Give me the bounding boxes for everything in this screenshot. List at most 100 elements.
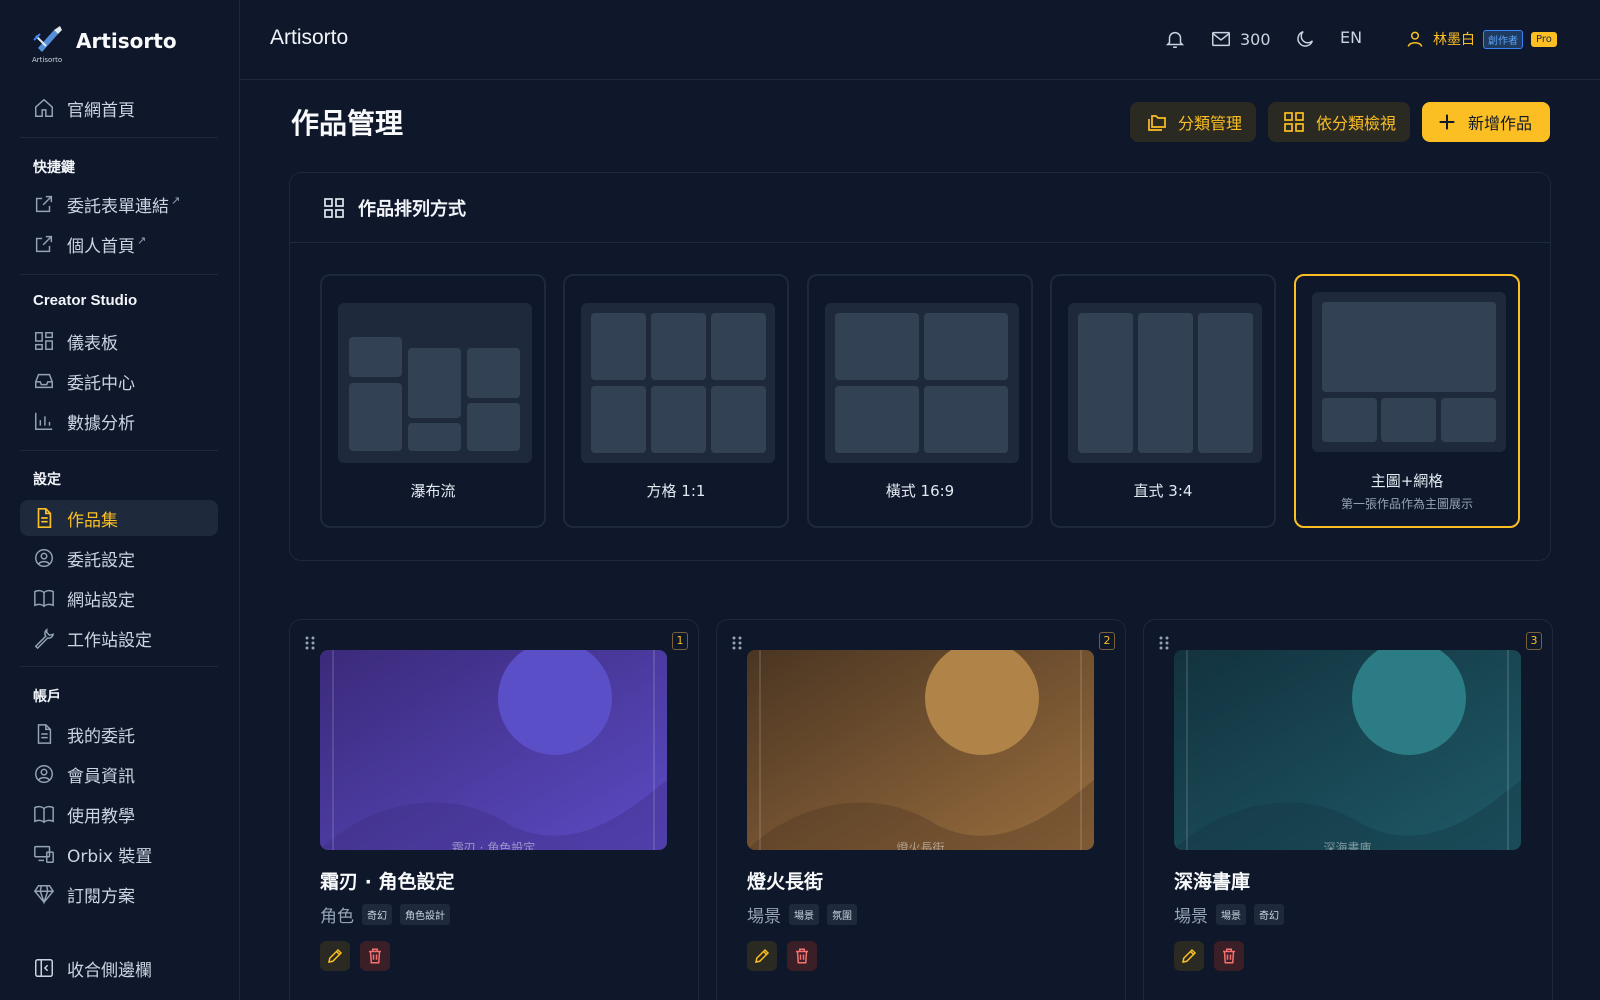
role-badge: 創作者 — [1483, 29, 1523, 49]
book-icon — [34, 589, 54, 608]
delete-work-button[interactable] — [1214, 941, 1244, 971]
brand[interactable]: Artisorto Artisorto — [32, 24, 177, 64]
category-manage-label: 分類管理 — [1178, 114, 1243, 133]
collapse-sidebar-label: 收合側邊欄 — [67, 960, 152, 981]
work-artwork — [320, 650, 667, 850]
sidebar-item-label: 使用教學 — [67, 806, 135, 827]
sidebar-item-label: 網站設定 — [67, 590, 135, 611]
drag-handle-icon[interactable] — [731, 636, 743, 650]
devices-icon — [34, 845, 54, 863]
work-meta: 角色 奇幻 角色設計 — [320, 902, 450, 927]
inbox-icon — [35, 373, 53, 389]
add-work-button[interactable]: 新增作品 — [1422, 102, 1550, 142]
sidebar-item-label: 工作站設定 — [67, 630, 152, 651]
notifications-button[interactable] — [1164, 28, 1186, 50]
work-meta: 場景 場景 奇幻 — [1174, 902, 1284, 927]
section-title-settings: 設定 — [33, 472, 61, 488]
sidebar-item-home[interactable]: 官網首頁 — [20, 90, 218, 126]
sidebar-item-commission-settings[interactable]: 委託設定 — [20, 540, 218, 576]
work-order-number: 3 — [1526, 632, 1542, 650]
sidebar-item-workstation-settings[interactable]: 工作站設定 — [20, 620, 218, 656]
category-manage-button[interactable]: 分類管理 — [1130, 102, 1257, 142]
layout-option-label: 主圖+網格 — [1370, 472, 1444, 490]
divider — [20, 274, 218, 275]
layout-option-portrait[interactable]: 直式 3:4 — [1050, 274, 1276, 528]
pencil-icon — [755, 948, 770, 963]
drag-handle-icon[interactable] — [1158, 636, 1170, 650]
section-title-shortcuts: 快捷鍵 — [33, 160, 75, 176]
work-tag: 氛圍 — [827, 904, 857, 925]
top-header: Artisorto 300 EN 林墨白 創作者 Pro — [240, 0, 1600, 80]
work-card[interactable]: 2 燈火長街 燈火長街 場景 場景 氛圍 — [716, 619, 1126, 1000]
sidebar-item-commission-form-link[interactable]: 委託表單連結 ↗ — [20, 186, 218, 222]
edit-work-button[interactable] — [1174, 941, 1204, 971]
view-by-category-button[interactable]: 依分類檢視 — [1268, 102, 1411, 142]
sidebar-item-label: 作品集 — [67, 510, 118, 531]
sidebar-item-label: 儀表板 — [67, 333, 118, 354]
plan-badge: Pro — [1531, 31, 1557, 47]
sidebar-item-dashboard[interactable]: 儀表板 — [20, 323, 218, 359]
work-category: 角色 — [320, 907, 354, 927]
messages-button[interactable]: 300 — [1210, 28, 1271, 50]
pencil-icon — [328, 948, 343, 963]
work-thumbnail[interactable]: 深海書庫 — [1174, 650, 1521, 850]
layout-option-landscape[interactable]: 橫式 16:9 — [807, 274, 1033, 528]
collapse-sidebar-button[interactable]: 收合側邊欄 — [20, 950, 218, 986]
sidebar-item-commission-center[interactable]: 委託中心 — [20, 363, 218, 399]
sidebar-item-orbix-devices[interactable]: Orbix 裝置 — [20, 836, 218, 872]
external-mark: ↗ — [171, 193, 181, 207]
sidebar-item-analytics[interactable]: 數據分析 — [20, 403, 218, 439]
divider — [20, 137, 218, 138]
header-title: Artisorto — [270, 26, 349, 49]
work-thumbnail[interactable]: 霜刃 · 角色設定 — [320, 650, 667, 850]
work-title: 燈火長街 — [747, 871, 824, 893]
sidebar-item-subscription[interactable]: 訂閱方案 — [20, 876, 218, 912]
layout-option-label: 方格 1:1 — [646, 482, 706, 500]
layout-option-square[interactable]: 方格 1:1 — [563, 274, 789, 528]
work-order-number: 2 — [1099, 632, 1115, 650]
layout-option-hero-grid[interactable]: 主圖+網格 第一張作品作為主圖展示 — [1294, 274, 1520, 528]
work-tag: 奇幻 — [1254, 904, 1284, 925]
language-label: EN — [1340, 28, 1363, 47]
edit-work-button[interactable] — [320, 941, 350, 971]
language-button[interactable]: EN — [1340, 28, 1362, 47]
sidebar-item-my-commissions[interactable]: 我的委託 — [20, 716, 218, 752]
sidebar-item-label: 委託設定 — [67, 550, 135, 571]
layout-option-masonry[interactable]: 瀑布流 — [320, 274, 546, 528]
work-tag: 場景 — [789, 904, 819, 925]
external-link-icon — [35, 235, 53, 253]
delete-work-button[interactable] — [360, 941, 390, 971]
work-tag: 場景 — [1216, 904, 1246, 925]
bar-chart-icon — [35, 412, 53, 430]
theme-toggle-button[interactable] — [1294, 28, 1316, 50]
sidebar-item-website-settings[interactable]: 網站設定 — [20, 580, 218, 616]
sidebar: Artisorto Artisorto 官網首頁 快捷鍵 委託表單連結 ↗ 個人… — [0, 0, 240, 1000]
sidebar-item-portfolio[interactable]: 作品集 — [20, 500, 218, 536]
user-menu[interactable]: 林墨白 創作者 Pro — [1405, 29, 1557, 49]
sidebar-item-member-info[interactable]: 會員資訊 — [20, 756, 218, 792]
sidebar-item-label: 數據分析 — [67, 413, 135, 434]
layout-option-label: 瀑布流 — [410, 482, 456, 500]
delete-work-button[interactable] — [787, 941, 817, 971]
work-card[interactable]: 1 霜刃 · 角色設定 霜刃 · 角色設定 角色 奇幻 角色設計 — [289, 619, 699, 1000]
drag-handle-icon[interactable] — [304, 636, 316, 650]
divider — [20, 666, 218, 667]
work-artwork — [1174, 650, 1521, 850]
work-meta: 場景 場景 氛圍 — [747, 902, 857, 927]
work-card[interactable]: 3 深海書庫 深海書庫 場景 場景 奇幻 — [1143, 619, 1553, 1000]
user-circle-icon — [35, 765, 53, 783]
trash-icon — [1223, 948, 1235, 964]
sidebar-item-label: 官網首頁 — [67, 100, 135, 121]
mail-count: 300 — [1240, 29, 1271, 49]
pencil-icon — [1182, 948, 1197, 963]
wrench-icon — [34, 628, 55, 649]
dashboard-icon — [35, 332, 53, 350]
moon-icon — [1297, 30, 1314, 47]
external-mark: ↗ — [137, 233, 147, 247]
sidebar-item-personal-home[interactable]: 個人首頁 ↗ — [20, 226, 218, 262]
edit-work-button[interactable] — [747, 941, 777, 971]
diamond-icon — [33, 885, 55, 905]
work-thumbnail[interactable]: 燈火長街 — [747, 650, 1094, 850]
sidebar-item-tutorial[interactable]: 使用教學 — [20, 796, 218, 832]
brand-logo-icon: Artisorto — [32, 24, 66, 64]
